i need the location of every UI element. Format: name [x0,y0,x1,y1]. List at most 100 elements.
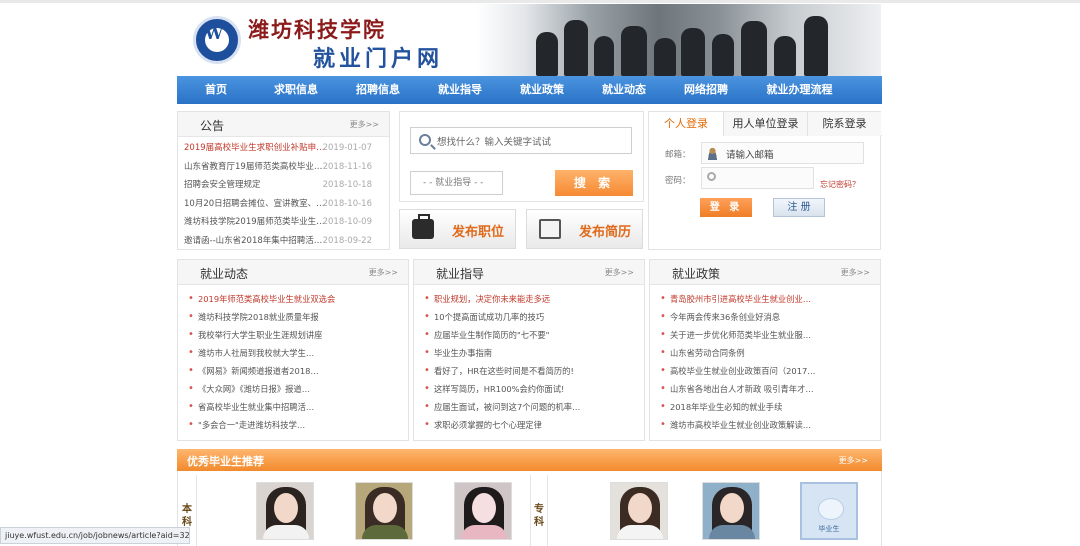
nav-job-seeking[interactable]: 求职信息 [255,76,337,104]
announcement-item[interactable]: 山东省教育厅19届师范类高校毕业… 2018-11-16 [178,158,389,177]
tab-personal-login[interactable]: 个人登录 [649,112,723,136]
list-item[interactable]: • 省高校毕业生就业集中招聘活… [178,398,408,416]
list-item[interactable]: • 2019年师范类高校毕业生就业双选会 [178,290,408,308]
announcement-item[interactable]: 潍坊科技学院2019届师范类毕业生… 2018-10-09 [178,213,389,232]
login-panel: 个人登录 用人单位登录 院系登录 邮箱： 请输入邮箱 密码： 忘记密码？ 登 录… [648,111,882,250]
list-item[interactable]: • "多会合一"走进潍坊科技学… [178,416,408,434]
announcement-header: 公告 更多>> [178,112,389,137]
list-item[interactable]: • 求职必须掌握的七个心理定律 [414,416,644,434]
list-item[interactable]: • 山东省各地出台人才新政 吸引青年才… [650,380,880,398]
page: W 潍坊科技学院 就业门户网 首页 求职信息 招聘信息 就业指导 就业政策 就业… [0,0,1080,546]
tab-department-login[interactable]: 院系登录 [807,112,881,136]
announcement-item[interactable]: 10月20日招聘会摊位、宣讲教室、… 2018-10-16 [178,195,389,214]
publish-job-button[interactable]: 发布职位 [399,209,516,249]
list-item[interactable]: • 我校举行大学生职业生涯规划讲座 [178,326,408,344]
list-item[interactable]: • 应届毕业生制作简历的"七不要" [414,326,644,344]
divider [196,475,197,546]
news-title: 就业动态 [200,267,249,281]
nav-guidance[interactable]: 就业指导 [419,76,501,104]
graduate-photo-placeholder[interactable]: 毕业生 [800,482,858,540]
register-button[interactable]: 注 册 [773,198,825,217]
graduate-cap-icon [818,498,844,520]
graduate-photo[interactable] [256,482,314,540]
guidance-header: 就业指导 更多>> [414,260,644,285]
list-item[interactable]: • 关于进一步优化师范类毕业生就业服… [650,326,880,344]
nav-home[interactable]: 首页 [177,76,255,104]
list-item[interactable]: • 山东省劳动合同条例 [650,344,880,362]
search-panel: 想找什么？输入关键字试试 - - 就业指导 - - 搜 索 [399,111,644,202]
search-button[interactable]: 搜 索 [555,170,633,196]
email-field[interactable]: 请输入邮箱 [701,142,864,164]
announcement-item[interactable]: 招聘会安全管理规定 2018-10-18 [178,176,389,195]
browser-status-url: jiuye.wfust.edu.cn/job/jobnews/article?a… [0,527,190,544]
guidance-title: 就业指导 [436,267,485,281]
key-icon [707,172,716,181]
clipboard-icon [539,219,561,239]
publish-resume-button[interactable]: 发布简历 [526,209,643,249]
graduate-photo[interactable] [355,482,413,540]
news-more-link[interactable]: 更多>> [369,267,398,278]
category-select[interactable]: - - 就业指导 - - [410,171,503,195]
list-item[interactable]: • 看好了，HR在这些时间是不看简历的! [414,362,644,380]
news-panel: 就业动态 更多>> • 2019年师范类高校毕业生就业双选会 • 潍坊科技学院201… [177,259,409,441]
policy-more-link[interactable]: 更多>> [841,267,870,278]
nav-process[interactable]: 就业办理流程 [747,76,852,104]
announcement-more-link[interactable]: 更多>> [350,119,379,130]
school-name: 潍坊科技学院 [248,17,386,42]
portal-name: 就业门户网 [313,46,444,72]
graduates-body: 本科 专科 毕业生 [177,471,882,546]
list-item[interactable]: • 《大众网》《潍坊日报》报道… [178,380,408,398]
announcement-item[interactable]: 2019届高校毕业生求职创业补贴申… 2019-01-07 [178,139,389,158]
list-item[interactable]: • 潍坊科技学院2018就业质量年报 [178,308,408,326]
placeholder-text: 毕业生 [818,525,840,533]
site-header: W 潍坊科技学院 就业门户网 [178,4,881,76]
browser-top-edge [0,0,1080,3]
graduate-photo[interactable] [702,482,760,540]
user-icon [707,147,718,160]
graduate-photo[interactable] [454,482,512,540]
list-item[interactable]: • 职业规划，决定你未来能走多远 [414,290,644,308]
graduates-more-link[interactable]: 更多>> [839,455,868,466]
nav-recruitment[interactable]: 招聘信息 [337,76,419,104]
list-item[interactable]: • 潍坊市人社局到我校就大学生… [178,344,408,362]
list-item[interactable]: • 应届生面试，被问到这7个问题的机率… [414,398,644,416]
list-item[interactable]: • 毕业生办事指南 [414,344,644,362]
search-icon [419,134,431,146]
logo-mark-icon: W [205,24,223,43]
divider [547,475,548,546]
publish-resume-label: 发布简历 [579,225,632,240]
nav-policy[interactable]: 就业政策 [501,76,583,104]
list-item[interactable]: • 《网易》新闻频道报道者2018… [178,362,408,380]
announcement-item[interactable]: 邀请函--山东省2018年集中招聘活… 2018-09-22 [178,232,389,251]
graduate-photo[interactable] [610,482,668,540]
list-item[interactable]: • 青岛胶州市引进高校毕业生就业创业… [650,290,880,308]
password-field[interactable] [701,167,814,189]
guidance-panel: 就业指导 更多>> • 职业规划，决定你未来能走多远 • 10个提高面试成功几率的技… [413,259,645,441]
list-item[interactable]: • 潍坊市高校毕业生就业创业政策解读… [650,416,880,434]
list-item[interactable]: • 今年两会传来36条创业好消息 [650,308,880,326]
nav-news[interactable]: 就业动态 [583,76,665,104]
briefcase-icon [412,214,434,239]
email-label: 邮箱： [665,150,691,160]
password-label: 密码： [665,176,691,186]
search-placeholder: 想找什么？输入关键字试试 [437,137,552,148]
email-placeholder: 请输入邮箱 [726,150,774,161]
login-button[interactable]: 登 录 [700,198,752,217]
policy-header: 就业政策 更多>> [650,260,880,285]
guidance-more-link[interactable]: 更多>> [605,267,634,278]
list-item[interactable]: • 10个提高面试成功几率的技巧 [414,308,644,326]
tab-employer-login[interactable]: 用人单位登录 [723,112,807,136]
search-input[interactable]: 想找什么？输入关键字试试 [410,127,632,154]
divider [530,475,531,546]
nav-online-recruitment[interactable]: 网络招聘 [665,76,747,104]
main-nav: 首页 求职信息 招聘信息 就业指导 就业政策 就业动态 网络招聘 就业办理流程 [177,76,882,104]
list-item[interactable]: • 高校毕业生就业创业政策百问（2017… [650,362,880,380]
news-header: 就业动态 更多>> [178,260,408,285]
college-label: 专科 [534,504,544,528]
list-item[interactable]: • 这样写简历，HR100%会约你面试! [414,380,644,398]
login-tabs: 个人登录 用人单位登录 院系登录 [649,112,882,136]
list-item[interactable]: • 2018年毕业生必知的就业手续 [650,398,880,416]
forgot-password-link[interactable]: 忘记密码？ [820,179,860,190]
announcement-panel: 公告 更多>> 2019届高校毕业生求职创业补贴申… 2019-01-07 山东省… [177,111,390,250]
publish-job-label: 发布职位 [452,225,505,240]
